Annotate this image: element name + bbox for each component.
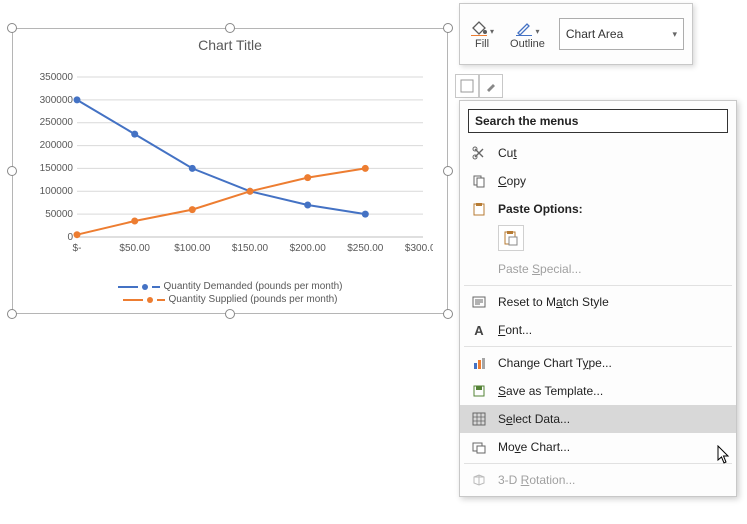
menu-reset-style[interactable]: Reset to Match Style (460, 288, 736, 316)
chart-type-icon (470, 354, 488, 372)
svg-text:0: 0 (67, 232, 73, 243)
chart-object[interactable]: Chart Title 0 50000 100000 150000 200000… (12, 28, 448, 314)
legend-series-1: Quantity Demanded (pounds per month) (164, 281, 343, 292)
svg-text:350000: 350000 (40, 72, 74, 83)
menu-paste-options: Paste Options: (460, 195, 736, 223)
cut-icon (470, 144, 488, 162)
fill-icon (470, 18, 488, 36)
chart-element-selector[interactable]: Chart Area ▾ (559, 18, 684, 50)
font-icon: A (470, 321, 488, 339)
move-chart-icon (470, 438, 488, 456)
chevron-down-icon: ▾ (672, 29, 677, 40)
resize-handle[interactable] (7, 23, 17, 33)
styles-button[interactable] (455, 74, 479, 98)
styles-icon (460, 79, 474, 93)
copy-icon (470, 172, 488, 190)
paste-option-default[interactable] (498, 225, 524, 251)
menu-font[interactable]: A Font... (460, 316, 736, 344)
menu-3d-rotation: 3-D Rotation... (460, 466, 736, 494)
svg-text:150000: 150000 (40, 163, 74, 174)
resize-handle[interactable] (443, 309, 453, 319)
svg-text:$200.00: $200.00 (290, 243, 327, 254)
mini-toolbar: ▾ Fill ▾ Outline Chart Area ▾ (459, 3, 693, 65)
resize-handle[interactable] (7, 166, 17, 176)
menu-search-input[interactable]: Search the menus (468, 109, 728, 133)
menu-select-data[interactable]: Select Data... (460, 405, 736, 433)
paintbrush-icon (484, 79, 498, 93)
menu-move-chart[interactable]: Move Chart... (460, 433, 736, 461)
resize-handle[interactable] (225, 23, 235, 33)
resize-handle[interactable] (225, 309, 235, 319)
svg-text:100000: 100000 (40, 186, 74, 197)
format-paintbrush-button[interactable] (479, 74, 503, 98)
menu-copy[interactable]: Copy (460, 167, 736, 195)
save-template-icon (470, 382, 488, 400)
outline-button[interactable]: ▾ Outline (506, 8, 549, 60)
resize-handle[interactable] (7, 309, 17, 319)
mouse-cursor (717, 445, 731, 465)
resize-handle[interactable] (443, 166, 453, 176)
svg-text:200000: 200000 (40, 140, 74, 151)
svg-text:$50.00: $50.00 (119, 243, 150, 254)
menu-cut[interactable]: Cut (460, 139, 736, 167)
svg-text:$-: $- (73, 243, 82, 254)
menu-paste-special: Paste Special... (460, 255, 736, 283)
fill-label: Fill (475, 38, 489, 50)
svg-text:$250.00: $250.00 (347, 243, 384, 254)
svg-text:$300.00: $300.00 (405, 243, 433, 254)
svg-text:$100.00: $100.00 (174, 243, 211, 254)
svg-text:250000: 250000 (40, 117, 74, 128)
context-menu: Search the menus Cut Copy Paste Options:… (459, 100, 737, 497)
fill-button[interactable]: ▾ Fill (466, 8, 498, 60)
svg-text:$150.00: $150.00 (232, 243, 269, 254)
rotation-icon (470, 471, 488, 489)
paste-icon (470, 200, 488, 218)
outline-label: Outline (510, 38, 545, 50)
svg-text:50000: 50000 (45, 209, 73, 220)
select-data-icon (470, 410, 488, 428)
style-buttons (455, 74, 503, 98)
resize-handle[interactable] (443, 23, 453, 33)
chart-plot-area[interactable]: 0 50000 100000 150000 200000 250000 3000… (37, 67, 433, 257)
menu-save-template[interactable]: Save as Template... (460, 377, 736, 405)
menu-change-chart-type[interactable]: Change Chart Type... (460, 349, 736, 377)
svg-text:300000: 300000 (40, 95, 74, 106)
chart-legend: Quantity Demanded (pounds per month) Qua… (13, 279, 447, 305)
legend-series-2: Quantity Supplied (pounds per month) (169, 294, 338, 305)
reset-icon (470, 293, 488, 311)
outline-icon (515, 18, 533, 36)
clipboard-icon (503, 230, 519, 246)
chart-element-selector-value: Chart Area (566, 27, 623, 41)
